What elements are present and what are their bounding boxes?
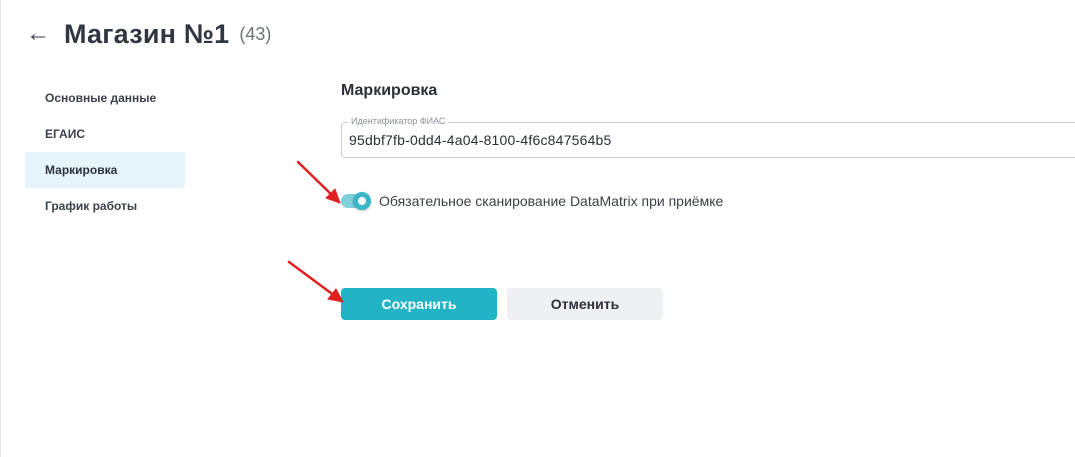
page-title: Магазин №1 [64, 18, 230, 49]
annotation-overlay [287, 160, 344, 303]
section-title: Маркировка [341, 82, 438, 99]
sidebar-item-schedule[interactable]: График работы [25, 188, 185, 224]
sidebar-item-label: ЕГАИС [45, 127, 86, 141]
back-arrow-icon[interactable]: ← [26, 22, 50, 46]
sidebar-item-marking[interactable]: Маркировка [25, 152, 185, 188]
annotation-arrow-toggle [296, 160, 341, 204]
sidebar-item-egais[interactable]: ЕГАИС [25, 116, 185, 152]
datamatrix-toggle-label[interactable]: Обязательное сканирование DataMatrix при… [379, 193, 723, 209]
save-button[interactable]: Сохранить [341, 288, 497, 320]
annotation-arrow-save [287, 260, 344, 303]
datamatrix-toggle-row: Обязательное сканирование DataMatrix при… [341, 192, 723, 210]
toggle-knob [353, 192, 371, 210]
sidebar-item-label: Основные данные [45, 91, 157, 105]
page-header: ← Магазин №1 (43) [26, 12, 271, 56]
sidebar-item-label: График работы [45, 199, 138, 213]
sidebar-nav: Основные данные ЕГАИС Маркировка График … [25, 80, 185, 224]
datamatrix-toggle[interactable] [341, 192, 371, 210]
fias-id-field[interactable]: Идентификатор ФИАС 95dbf7fb-0dd4-4a04-81… [341, 116, 1075, 158]
sidebar-item-main-data[interactable]: Основные данные [25, 80, 185, 116]
cancel-button[interactable]: Отменить [507, 288, 663, 320]
sidebar-item-label: Маркировка [45, 163, 118, 177]
fias-id-label: Идентификатор ФИАС [348, 116, 449, 126]
fias-id-value[interactable]: 95dbf7fb-0dd4-4a04-8100-4f6c847564b5 [349, 132, 612, 148]
item-count: (43) [239, 23, 272, 44]
left-border [0, 0, 1, 457]
